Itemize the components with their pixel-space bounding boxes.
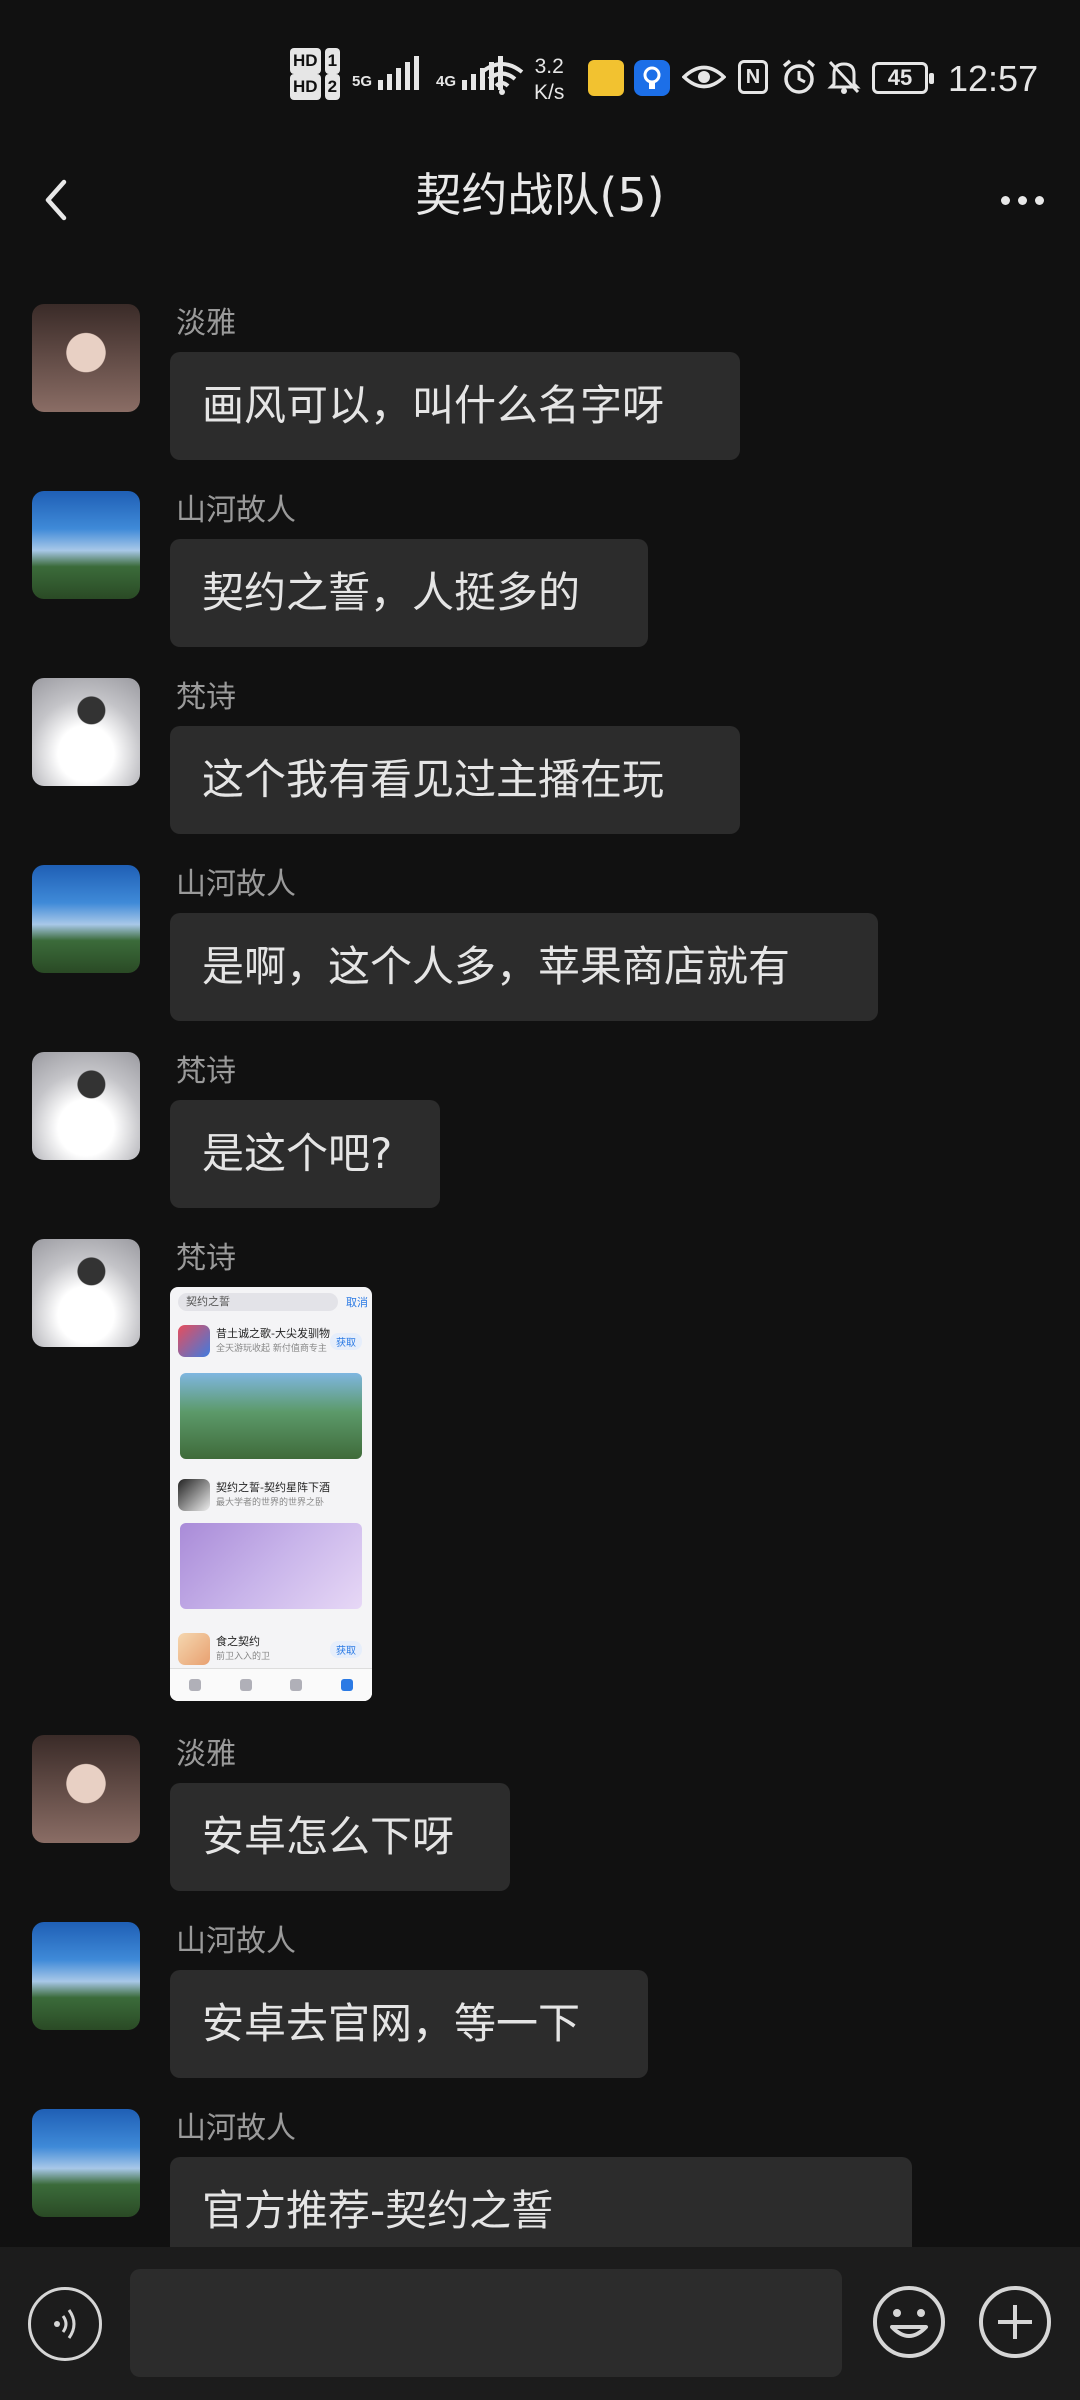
mute-icon <box>827 60 861 94</box>
emoji-icon[interactable] <box>870 2283 948 2361</box>
message-bubble[interactable]: 画风可以，叫什么名字呀 <box>170 352 740 460</box>
message-bubble[interactable]: 是啊，这个人多，苹果商店就有 <box>170 913 878 1021</box>
chat-header: 契约战队(5) <box>0 150 1080 270</box>
sender-name: 梵诗 <box>176 1054 236 1089</box>
app-subtitle: 最大学者的世界的世界之卧 <box>216 1498 325 1508</box>
sim-indicators: HD 1 HD 2 <box>290 48 341 100</box>
search-field: 契约之誓 <box>178 1293 338 1311</box>
battery-icon: 45 <box>872 62 934 94</box>
app-icon <box>178 1633 210 1665</box>
app-row: 食之契约 前卫入入的卫 获取 <box>178 1631 364 1669</box>
avatar[interactable] <box>32 2109 140 2217</box>
hd2-badge: HD <box>290 74 321 100</box>
avatar[interactable] <box>32 1735 140 1843</box>
message-bubble[interactable]: 契约之誓，人挺多的 <box>170 539 648 647</box>
hd1-badge: HD <box>290 48 321 74</box>
avatar[interactable] <box>32 491 140 599</box>
hd1-num: 1 <box>324 48 341 74</box>
chat-title: 契约战队(5) <box>415 168 665 222</box>
app-title: 契约之誓-契约星阵下酒 <box>216 1481 330 1494</box>
avatar[interactable] <box>32 1052 140 1160</box>
sender-name: 淡雅 <box>176 1737 236 1772</box>
game-screenshot <box>180 1373 362 1459</box>
nfc-icon: N <box>738 60 768 94</box>
input-bar <box>0 2247 1080 2400</box>
wifi-icon <box>480 62 524 95</box>
get-button: 获取 <box>330 1641 362 1658</box>
sender-name: 淡雅 <box>176 306 236 341</box>
app-row: 昔土诚之歌-大尖发驯物 全天游玩收起 新付值商专主 获取 <box>178 1323 364 1361</box>
sender-name: 梵诗 <box>176 1241 236 1276</box>
sender-name: 山河故人 <box>176 1924 296 1959</box>
sender-name: 山河故人 <box>176 493 296 528</box>
clock: 12:57 <box>948 58 1039 99</box>
sender-name: 山河故人 <box>176 2111 296 2146</box>
avatar[interactable] <box>32 1239 140 1347</box>
store-tab-bar <box>170 1668 372 1701</box>
cancel-link: 取消 <box>346 1296 368 1309</box>
image-message[interactable]: 契约之誓 取消 昔土诚之歌-大尖发驯物 全天游玩收起 新付值商专主 获取 契约之… <box>170 1287 372 1701</box>
add-more-icon[interactable] <box>976 2283 1054 2361</box>
bulb-icon <box>634 60 670 96</box>
avatar[interactable] <box>32 865 140 973</box>
avatar[interactable] <box>32 304 140 412</box>
eye-icon <box>682 65 726 89</box>
app-icon <box>178 1325 210 1357</box>
network-speed: 3.2 K/s <box>534 54 564 106</box>
app-icon <box>178 1479 210 1511</box>
app-subtitle: 全天游玩收起 新付值商专主 <box>216 1344 327 1354</box>
message-bubble[interactable]: 安卓去官网，等一下 <box>170 1970 648 2078</box>
app-notify-icon <box>588 60 624 96</box>
message-bubble[interactable]: 这个我有看见过主播在玩 <box>170 726 740 834</box>
signal-1-icon: 5G <box>352 56 420 90</box>
sender-name: 梵诗 <box>176 680 236 715</box>
app-title: 食之契约 <box>216 1635 260 1648</box>
app-row: 契约之誓-契约星阵下酒 最大学者的世界的世界之卧 <box>178 1477 364 1515</box>
avatar[interactable] <box>32 678 140 786</box>
message-bubble[interactable]: 安卓怎么下呀 <box>170 1783 510 1891</box>
get-button: 获取 <box>330 1333 362 1350</box>
net1-label: 5G <box>352 73 373 90</box>
speed-unit: K/s <box>534 81 565 104</box>
hd2-num: 2 <box>324 74 341 100</box>
game-screenshot <box>180 1523 362 1609</box>
message-bubble[interactable]: 是这个吧? <box>170 1100 440 1208</box>
app-subtitle: 前卫入入的卫 <box>216 1652 271 1662</box>
message-input[interactable] <box>130 2269 842 2377</box>
avatar[interactable] <box>32 1922 140 2030</box>
speed-value: 3.2 <box>534 55 564 78</box>
app-title: 昔土诚之歌-大尖发驯物 <box>216 1327 330 1340</box>
voice-input-icon[interactable] <box>28 2287 102 2361</box>
more-options-icon[interactable] <box>992 172 1052 228</box>
sender-name: 山河故人 <box>176 867 296 902</box>
alarm-icon <box>782 59 816 94</box>
status-bar: HD 1 HD 2 5G 4G 3.2 K/s N 45 12:57 <box>0 0 1080 150</box>
net2-label: 4G <box>436 73 457 90</box>
